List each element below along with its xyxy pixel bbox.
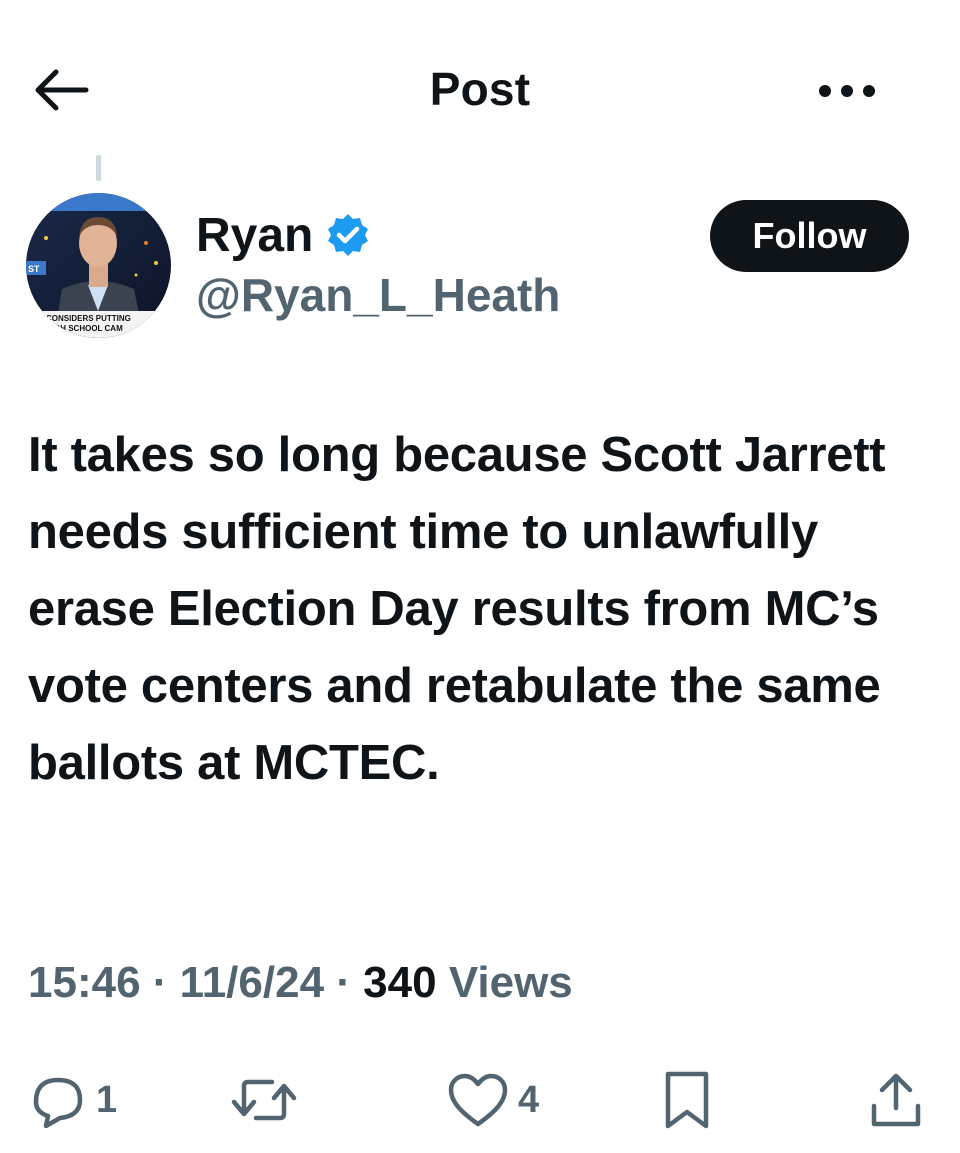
avatar-corner-text: ST [28,264,40,274]
views-label: Views [448,958,573,1007]
post-metadata: 15:46 · 11/6/24 · 340 Views [28,958,573,1008]
like-count: 4 [518,1078,540,1121]
verified-badge-icon [328,214,369,256]
meta-separator: · [152,958,168,1007]
share-button[interactable] [866,1060,926,1140]
action-bar: 1 4 [0,1060,960,1140]
author-handle[interactable]: @Ryan_L_Heath [196,268,560,322]
repost-icon [231,1079,297,1121]
post-date[interactable]: 11/6/24 [180,958,324,1007]
bookmark-button[interactable] [660,1060,714,1140]
more-horizontal-icon [819,85,875,97]
avatar-caption-line1: D CONSIDERS PUTTING [38,314,131,323]
repost-button[interactable] [228,1060,308,1140]
post-time[interactable]: 15:46 [28,958,141,1007]
reply-icon [33,1077,83,1128]
bookmark-icon [665,1071,709,1129]
more-options-button[interactable] [812,68,882,114]
top-bar: Post [0,0,960,180]
views-count: 340 [363,958,437,1007]
post-text: It takes so long because Scott Jarrett n… [28,428,886,790]
reply-button[interactable]: 1 [28,1060,117,1140]
thread-connector-line [96,155,101,181]
share-icon [871,1073,921,1127]
meta-separator: · [336,958,351,1007]
heart-icon [448,1073,508,1127]
like-button[interactable]: 4 [446,1060,539,1140]
avatar-caption-line2: N HIGH SCHOOL CAM [38,324,123,333]
avatar[interactable]: ST D CONSIDERS PUTTING N HIGH SCHOOL CAM [26,193,171,338]
author-display-name[interactable]: Ryan [196,208,313,263]
follow-button[interactable]: Follow [710,200,909,272]
author-name-row: Ryan [196,205,371,265]
reply-count: 1 [96,1078,118,1121]
avatar-image: ST D CONSIDERS PUTTING N HIGH SCHOOL CAM [26,193,171,338]
